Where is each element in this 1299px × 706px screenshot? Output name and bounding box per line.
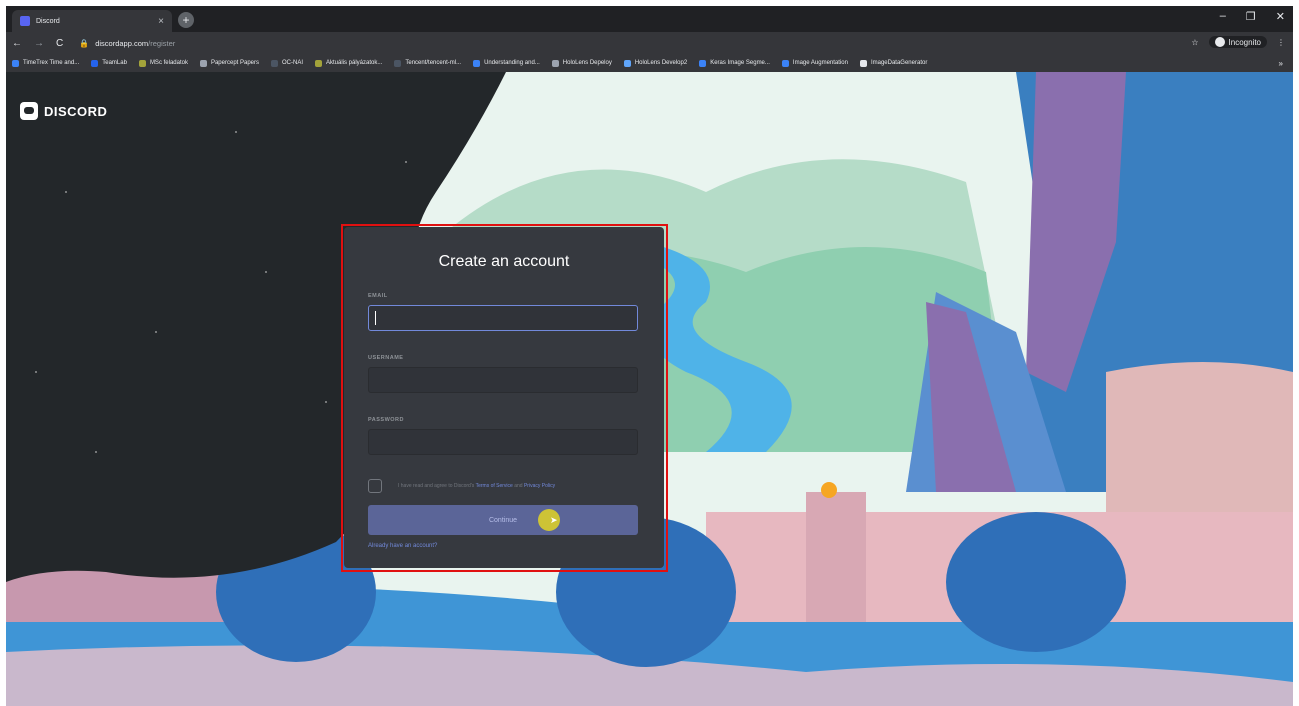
discord-favicon-icon (20, 16, 30, 26)
bookmark-item[interactable]: ImageDataGenerator (859, 59, 928, 67)
close-window-icon[interactable]: ✕ (1276, 10, 1285, 23)
bookmark-item[interactable]: Image Augmentation (781, 59, 848, 67)
bookmarks-more-icon[interactable]: » (1279, 59, 1283, 68)
username-field[interactable] (368, 367, 638, 393)
text-caret (375, 311, 376, 325)
forward-icon[interactable]: → (34, 38, 44, 49)
incognito-label: Incognito (1228, 37, 1261, 47)
url-path: /register (148, 38, 176, 48)
login-link[interactable]: Already have an account? (368, 543, 640, 549)
bookmark-label: Keras Image Segme... (710, 60, 770, 66)
tab-discord[interactable]: Discord × (12, 10, 172, 32)
bookmark-favicon-icon (699, 59, 707, 67)
continue-label: Continue (488, 516, 518, 524)
bookmarks-bar: TimeTrex Time and... TeamLab MSc feladatok… (6, 54, 1293, 72)
bookmark-favicon-icon (315, 59, 322, 67)
tos-checkbox[interactable] (368, 479, 382, 493)
bookmark-label: Image Augmentation (792, 60, 848, 66)
bookmark-label: TimeTrex Time and... (23, 60, 80, 66)
bookmark-item[interactable]: Aktuális pályázatok... (315, 59, 383, 67)
bookmark-favicon-icon (394, 59, 402, 67)
card-title: Create an account (438, 253, 570, 270)
discord-logo[interactable]: DISCORD (20, 102, 107, 120)
tos-text: I have read and agree to Discord's Terms… (398, 483, 555, 489)
bookmark-item[interactable]: Papercept Papers (199, 59, 259, 67)
reload-icon[interactable]: C (56, 38, 63, 49)
bookmark-label: Aktuális pályázatok... (326, 60, 383, 66)
browser-window: Discord × + – ❐ ✕ ← → C 🔒 discordapp.com… (6, 6, 1293, 706)
tos-row: I have read and agree to Discord's Terms… (368, 479, 640, 493)
url-field[interactable]: 🔒 discordapp.com /register (79, 39, 175, 48)
bookmark-favicon-icon (859, 59, 867, 67)
bookmark-star-icon[interactable]: ☆ (1191, 38, 1198, 47)
tab-bar: Discord × + – ❐ ✕ (6, 6, 1293, 32)
bookmark-favicon-icon (551, 59, 559, 67)
bookmark-favicon-icon (91, 59, 99, 67)
tos-and: and (514, 483, 523, 489)
password-label: PASSWORD (368, 417, 404, 423)
bookmark-item[interactable]: Understanding and... (473, 59, 540, 67)
bookmark-item[interactable]: TimeTrex Time and... (12, 59, 80, 67)
bookmark-label: Understanding and... (484, 60, 540, 66)
maximize-icon[interactable]: ❐ (1246, 10, 1256, 23)
bookmark-label: Papercept Papers (210, 60, 259, 66)
register-card: Create an account EMAIL USERNAME PASSWOR… (344, 227, 664, 568)
discord-logo-text: DISCORD (44, 103, 108, 119)
bookmark-favicon-icon (781, 59, 789, 67)
address-bar: ← → C 🔒 discordapp.com /register ☆ Incog… (6, 32, 1293, 54)
bookmark-label: Tencent/tencent-ml... (405, 60, 462, 66)
bookmark-favicon-icon (623, 59, 631, 67)
bookmark-label: HoloLens Develop2 (634, 60, 688, 66)
bookmark-favicon-icon (138, 59, 146, 67)
tab-close-icon[interactable]: × (158, 16, 164, 27)
terms-of-service-link[interactable]: Terms of Service (476, 483, 513, 489)
tos-prefix: I have read and agree to Discord's (398, 483, 475, 489)
minimize-icon[interactable]: – (1220, 10, 1226, 23)
bookmark-item[interactable]: TeamLab (91, 59, 127, 67)
incognito-badge[interactable]: Incognito (1208, 36, 1267, 48)
bookmark-favicon-icon (271, 59, 278, 67)
new-tab-button[interactable]: + (178, 12, 194, 28)
bookmark-favicon-icon (12, 59, 19, 67)
register-page: DISCORD Create an account EMAIL USERNAME… (6, 72, 1293, 706)
mouse-cursor-icon: ➤ (550, 515, 558, 525)
bookmark-item[interactable]: Keras Image Segme... (699, 59, 770, 67)
email-label: EMAIL (368, 293, 388, 299)
bookmark-favicon-icon (473, 59, 481, 67)
browser-menu-icon[interactable]: ⋮ (1277, 38, 1285, 47)
window-controls: – ❐ ✕ (1220, 10, 1285, 23)
bookmark-label: OC-NAI (282, 60, 303, 66)
bookmark-item[interactable]: OC-NAI (271, 59, 303, 67)
privacy-policy-link[interactable]: Privacy Policy (524, 483, 555, 489)
bookmark-label: TeamLab (102, 60, 127, 66)
bookmark-item[interactable]: Tencent/tencent-ml... (394, 59, 462, 67)
lock-icon: 🔒 (79, 38, 90, 48)
address-bar-actions: ☆ Incognito ⋮ (1191, 36, 1285, 48)
bookmark-item[interactable]: HoloLens Develop2 (623, 59, 688, 67)
bookmark-label: ImageDataGenerator (870, 60, 928, 66)
incognito-icon (1214, 37, 1225, 47)
bookmark-label: MSc feladatok (149, 60, 188, 66)
bookmark-item[interactable]: MSc feladatok (138, 59, 188, 67)
discord-logo-icon (20, 102, 38, 120)
back-icon[interactable]: ← (12, 38, 22, 49)
url-domain: discordapp.com (95, 38, 149, 48)
bookmark-label: HoloLens Depeloy (562, 60, 612, 66)
bookmark-favicon-icon (199, 59, 207, 67)
tab-title: Discord (36, 17, 60, 25)
bookmark-item[interactable]: HoloLens Depeloy (551, 59, 612, 67)
email-field[interactable] (368, 305, 638, 331)
continue-button[interactable]: Continue ➤ (368, 505, 638, 535)
password-field[interactable] (368, 429, 638, 455)
username-label: USERNAME (368, 355, 404, 361)
